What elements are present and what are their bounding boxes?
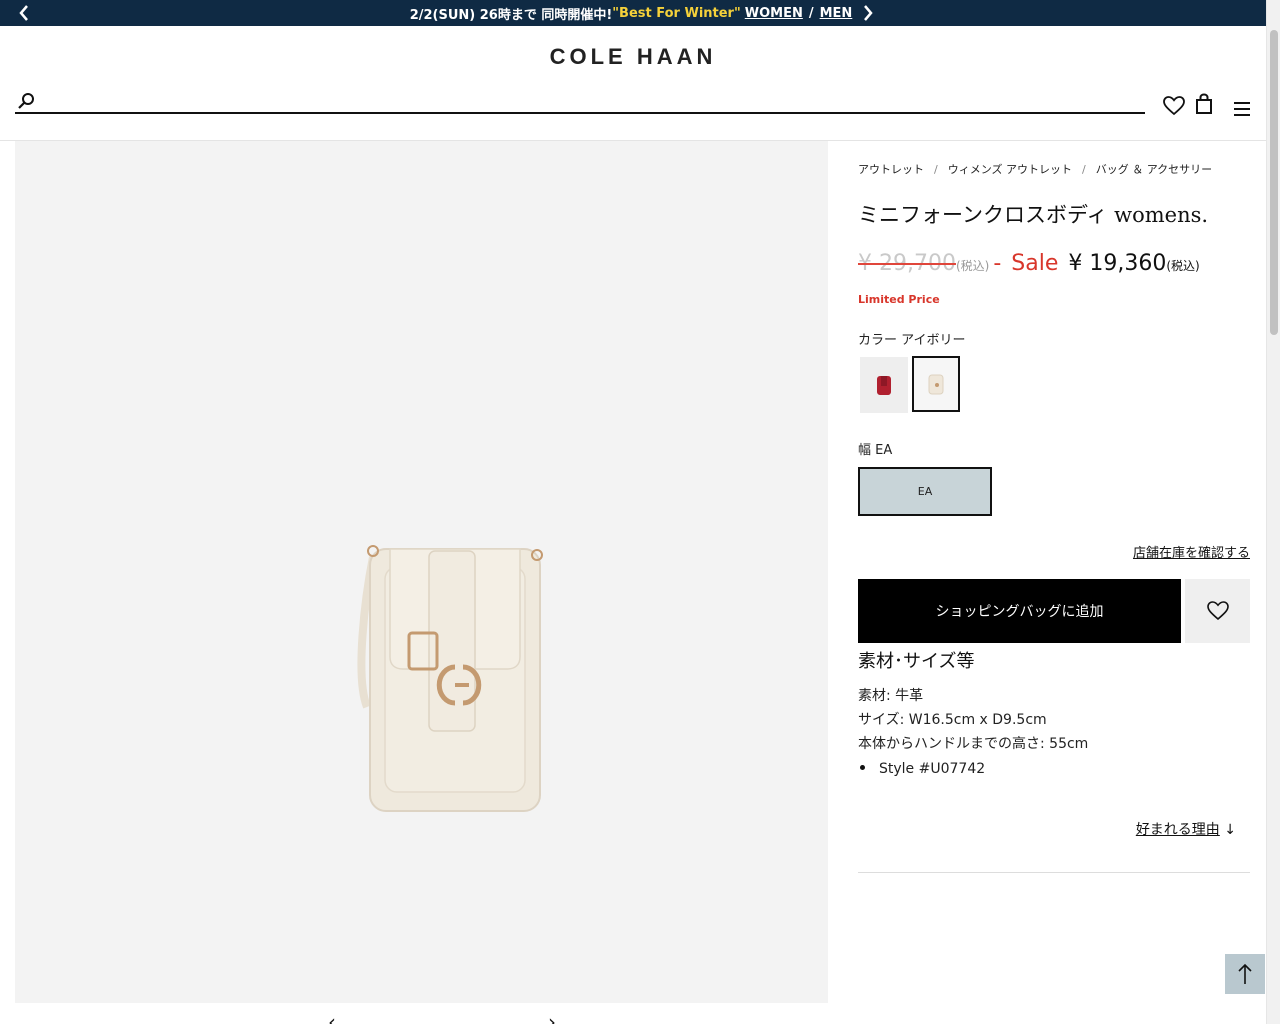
menu-icon[interactable] xyxy=(1230,97,1254,121)
arrow-up-icon xyxy=(1238,963,1252,984)
product-image xyxy=(357,545,543,812)
sale-price: ¥ 19,360 xyxy=(1068,251,1167,276)
swatch-ivory-bag xyxy=(928,374,944,395)
arrow-down-icon: ↓ xyxy=(1224,822,1236,838)
brand-logo[interactable]: COLE HAAN xyxy=(0,44,1266,70)
color-label: カラー アイボリー xyxy=(858,333,966,348)
search-icon[interactable] xyxy=(17,92,35,110)
chevron-right-icon[interactable] xyxy=(858,3,878,23)
style-number: Style #U07742 xyxy=(858,761,985,777)
promo-text: 2/2(SUN) 26時まで 同時開催中! xyxy=(409,7,613,23)
why-loved-label[interactable]: 好まれる理由 xyxy=(1136,822,1220,838)
color-swatch-red[interactable] xyxy=(860,357,908,413)
breadcrumb-item-womens-outlet[interactable]: ウィメンズ アウトレット xyxy=(948,163,1072,176)
breadcrumb-item-outlet[interactable]: アウトレット xyxy=(858,163,924,176)
back-to-top-button[interactable] xyxy=(1225,954,1265,994)
add-to-bag-button[interactable]: ショッピングバッグに追加 xyxy=(858,579,1181,643)
promo-separator: / xyxy=(808,5,814,21)
chevron-left-icon[interactable] xyxy=(14,3,34,23)
why-loved-link[interactable]: 好まれる理由 ↓ xyxy=(1136,819,1236,839)
promo-link-women[interactable]: WOMEN xyxy=(745,6,803,21)
color-swatch-ivory[interactable] xyxy=(912,356,960,412)
tax-label: (税込) xyxy=(955,259,990,273)
shopping-bag-icon[interactable] xyxy=(1192,92,1216,116)
heart-icon[interactable] xyxy=(1162,94,1186,118)
limited-price-badge: Limited Price xyxy=(858,293,940,306)
store-stock-link[interactable]: 店舗在庫を確認する xyxy=(1133,542,1250,561)
section-divider xyxy=(858,872,1250,873)
promo-highlight: "Best For Winter" xyxy=(612,5,741,21)
breadcrumb-separator: / xyxy=(934,163,938,176)
width-label: 幅 EA xyxy=(858,443,893,458)
wishlist-button[interactable] xyxy=(1185,579,1250,643)
product-image-gallery[interactable] xyxy=(15,141,828,1003)
promo-bar: 2/2(SUN) 26時まで 同時開催中! "Best For Winter" … xyxy=(0,0,1266,26)
promo-link-men[interactable]: MEN xyxy=(820,6,853,21)
product-title: ミニフォーンクロスボディ womens. xyxy=(858,203,1209,227)
size-option-ea[interactable]: EA xyxy=(858,467,992,516)
price-block: ¥ 29,700 (税込) - Sale ¥ 19,360 (税込) xyxy=(858,251,1200,276)
page-scrollbar[interactable] xyxy=(1266,0,1280,1024)
breadcrumb: アウトレット / ウィメンズ アウトレット / バッグ ＆ アクセサリー xyxy=(858,161,1212,177)
sale-label: Sale xyxy=(1011,251,1059,276)
heart-icon xyxy=(1206,601,1229,621)
breadcrumb-separator: / xyxy=(1082,163,1086,176)
swatch-red-bag xyxy=(877,376,891,395)
original-price: ¥ 29,700 xyxy=(858,251,956,276)
breadcrumb-item-bags[interactable]: バッグ ＆ アクセサリー xyxy=(1096,163,1212,176)
spec-handle-height: 本体からハンドルまでの高さ: 55cm xyxy=(858,736,1089,752)
bullet-icon xyxy=(860,765,865,770)
search-input[interactable] xyxy=(45,90,1135,112)
search-bar[interactable] xyxy=(15,90,1145,114)
tax-label-sale: (税込) xyxy=(1166,259,1200,273)
spec-size: サイズ: W16.5cm x D9.5cm xyxy=(858,712,1047,728)
scrollbar-thumb[interactable] xyxy=(1270,30,1278,335)
price-dash: - xyxy=(993,251,1002,276)
specs-heading: 素材･サイズ等 xyxy=(858,651,975,672)
gallery-next-icon[interactable]: › xyxy=(548,1010,556,1024)
style-number-text: Style #U07742 xyxy=(879,761,986,777)
spec-material: 素材: 牛革 xyxy=(858,688,924,704)
gallery-prev-icon[interactable]: ‹ xyxy=(328,1010,336,1024)
